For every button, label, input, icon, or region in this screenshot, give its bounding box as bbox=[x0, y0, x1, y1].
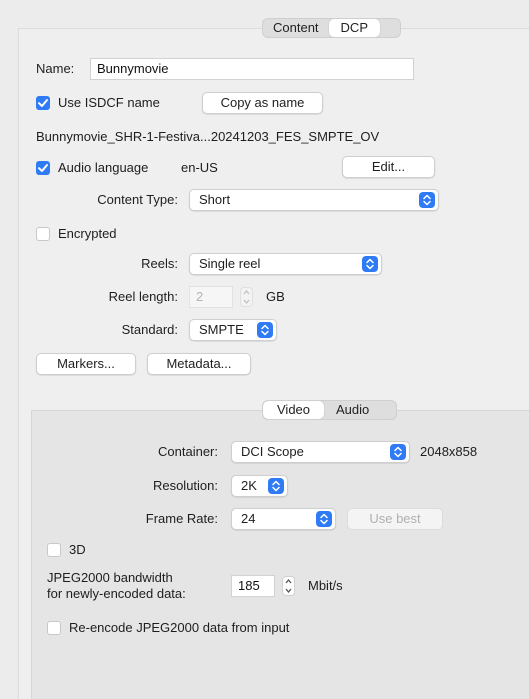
bandwidth-label-line1: JPEG2000 bandwidth bbox=[47, 570, 173, 585]
standard-label: Standard: bbox=[121, 322, 178, 337]
standard-value: SMPTE bbox=[199, 322, 244, 337]
resolution-popup[interactable]: 2K bbox=[231, 475, 288, 497]
stepper-up-icon[interactable] bbox=[283, 577, 294, 586]
tab-video[interactable]: Video bbox=[263, 401, 325, 419]
popup-chevron-icon bbox=[362, 256, 378, 272]
3d-label: 3D bbox=[69, 542, 86, 557]
checkmark-icon bbox=[38, 164, 48, 172]
metadata-button[interactable]: Metadata... bbox=[147, 353, 251, 375]
copy-as-name-button[interactable]: Copy as name bbox=[202, 92, 323, 114]
stepper-down-icon[interactable] bbox=[241, 297, 252, 306]
popup-chevron-icon bbox=[419, 192, 435, 208]
reencode-checkbox[interactable] bbox=[47, 621, 61, 635]
tab-dcp[interactable]: DCP bbox=[328, 19, 380, 37]
popup-chevron-icon bbox=[316, 511, 332, 527]
edit-audio-language-button[interactable]: Edit... bbox=[342, 156, 435, 178]
popup-chevron-icon bbox=[390, 444, 406, 460]
dcp-name-text: Bunnymovie_SHR-1-Festiva...20241203_FES_… bbox=[36, 129, 380, 144]
use-best-button[interactable]: Use best bbox=[347, 508, 443, 530]
markers-button[interactable]: Markers... bbox=[36, 353, 136, 375]
name-label: Name: bbox=[36, 61, 75, 76]
encrypted-label: Encrypted bbox=[58, 226, 117, 241]
frame-rate-popup[interactable]: 24 bbox=[231, 508, 336, 530]
standard-popup[interactable]: SMPTE bbox=[189, 319, 277, 341]
checkmark-icon bbox=[38, 99, 48, 107]
bandwidth-label-line2: for newly-encoded data: bbox=[47, 586, 186, 601]
reencode-label: Re-encode JPEG2000 data from input bbox=[69, 620, 290, 635]
bandwidth-unit: Mbit/s bbox=[308, 578, 343, 593]
isdcf-checkbox[interactable] bbox=[36, 96, 50, 110]
reel-length-unit: GB bbox=[266, 289, 285, 304]
resolution-label: Resolution: bbox=[152, 478, 218, 493]
content-type-popup[interactable]: Short bbox=[189, 189, 439, 211]
stepper-down-icon[interactable] bbox=[283, 586, 294, 595]
frame-rate-value: 24 bbox=[241, 511, 256, 526]
popup-chevron-icon bbox=[268, 478, 284, 494]
container-size: 2048x858 bbox=[420, 444, 478, 459]
audio-language-value: en-US bbox=[181, 160, 218, 175]
container-popup[interactable]: DCI Scope bbox=[231, 441, 410, 463]
stepper-up-icon[interactable] bbox=[241, 288, 252, 297]
bandwidth-field[interactable]: 185 bbox=[231, 575, 275, 597]
bandwidth-stepper[interactable] bbox=[282, 576, 295, 596]
container-label: Container: bbox=[158, 444, 218, 459]
reel-length-stepper[interactable] bbox=[240, 287, 253, 307]
isdcf-label: Use ISDCF name bbox=[58, 95, 160, 110]
name-field[interactable]: Bunnymovie bbox=[90, 58, 414, 80]
reels-label: Reels: bbox=[141, 256, 178, 271]
container-value: DCI Scope bbox=[241, 444, 304, 459]
reels-value: Single reel bbox=[199, 256, 261, 271]
top-tab-bar: Content DCP bbox=[262, 18, 401, 38]
audio-language-label: Audio language bbox=[58, 160, 149, 175]
reel-length-label: Reel length: bbox=[108, 289, 178, 304]
3d-checkbox[interactable] bbox=[47, 543, 61, 557]
popup-chevron-icon bbox=[257, 322, 273, 338]
tab-content[interactable]: Content bbox=[263, 19, 329, 37]
content-type-label: Content Type: bbox=[97, 192, 178, 207]
reel-length-field[interactable]: 2 bbox=[189, 286, 233, 308]
frame-rate-label: Frame Rate: bbox=[145, 511, 218, 526]
tab-audio[interactable]: Audio bbox=[324, 401, 381, 419]
resolution-value: 2K bbox=[241, 478, 257, 493]
reels-popup[interactable]: Single reel bbox=[189, 253, 382, 275]
sub-tab-bar: Video Audio bbox=[262, 400, 397, 420]
content-type-value: Short bbox=[199, 192, 231, 207]
audio-language-checkbox[interactable] bbox=[36, 161, 50, 175]
encrypted-checkbox[interactable] bbox=[36, 227, 50, 241]
